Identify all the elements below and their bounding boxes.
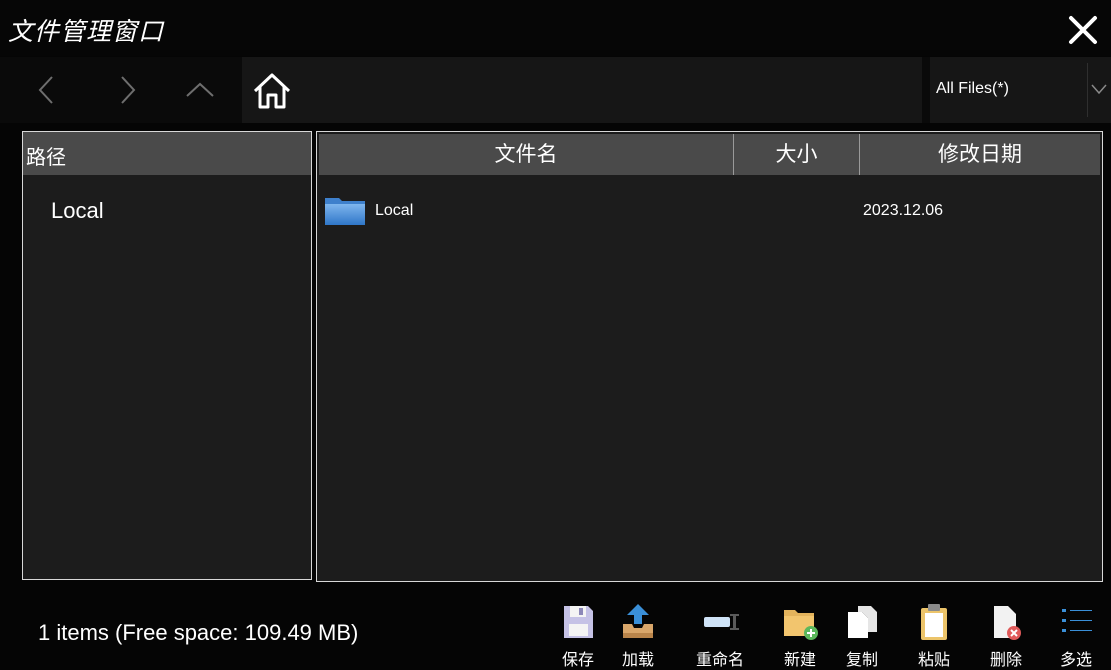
close-icon [1069, 16, 1097, 44]
load-icon [623, 604, 653, 638]
up-button[interactable] [175, 65, 225, 115]
chevron-down-icon [1091, 84, 1107, 95]
home-icon [253, 73, 291, 109]
status-text: 1 items (Free space: 109.49 MB) [38, 620, 359, 645]
file-list-header: 文件名 大小 修改日期 [319, 134, 1100, 175]
save-icon [564, 606, 593, 638]
file-list-pane: 文件名 大小 修改日期 Local 2023.12.06 [316, 131, 1103, 582]
rename-icon [704, 614, 739, 630]
chevron-right-icon [121, 76, 136, 104]
close-button[interactable] [1063, 10, 1103, 50]
delete-button[interactable]: 删除 [976, 602, 1036, 669]
rename-label: 重命名 [695, 650, 744, 669]
folder-icon [325, 198, 365, 225]
chevron-left-icon [38, 76, 53, 104]
save-button[interactable]: 保存 [548, 602, 608, 669]
column-header-size[interactable]: 大小 [734, 134, 860, 175]
navigation-bar: All Files(*) [0, 57, 1111, 123]
file-type-filter[interactable]: All Files(*) [930, 57, 1111, 123]
path-pane: 路径 Local [22, 131, 312, 580]
new-folder-label: 新建 [783, 650, 816, 669]
back-button[interactable] [22, 65, 72, 115]
chevron-up-icon [186, 82, 214, 97]
copy-label: 复制 [845, 650, 878, 669]
filter-divider [1087, 63, 1088, 117]
copy-icon [848, 606, 877, 638]
column-header-name[interactable]: 文件名 [319, 134, 734, 175]
save-label: 保存 [561, 650, 594, 669]
multi-select-label: 多选 [1059, 650, 1092, 669]
rename-button[interactable]: 重命名 [690, 602, 750, 669]
paste-icon [921, 604, 947, 640]
path-item-local[interactable]: Local [51, 198, 104, 224]
load-button[interactable]: 加载 [608, 602, 668, 669]
new-folder-button[interactable]: 新建 [770, 602, 830, 669]
home-button[interactable] [250, 69, 294, 113]
multi-select-icon [1062, 609, 1092, 632]
file-date: 2023.12.06 [863, 202, 944, 219]
file-type-filter-value: All Files(*) [936, 80, 1009, 97]
new-folder-icon [784, 610, 818, 640]
file-name: Local [375, 202, 414, 219]
column-header-date[interactable]: 修改日期 [860, 134, 1100, 175]
path-bar[interactable] [242, 57, 922, 123]
window-title: 文件管理窗口 [8, 17, 165, 46]
forward-button[interactable] [102, 65, 152, 115]
load-label: 加载 [621, 650, 654, 669]
file-row[interactable]: Local 2023.12.06 [323, 192, 1098, 228]
paste-button[interactable]: 粘贴 [904, 602, 964, 669]
path-pane-header: 路径 [23, 132, 311, 175]
path-pane-title: 路径 [26, 145, 66, 169]
paste-label: 粘贴 [917, 650, 950, 669]
delete-label: 删除 [989, 650, 1022, 669]
title-bar: 文件管理窗口 [0, 0, 1111, 56]
copy-button[interactable]: 复制 [832, 602, 892, 669]
multi-select-button[interactable]: 多选 [1046, 602, 1106, 669]
delete-icon [994, 606, 1021, 640]
